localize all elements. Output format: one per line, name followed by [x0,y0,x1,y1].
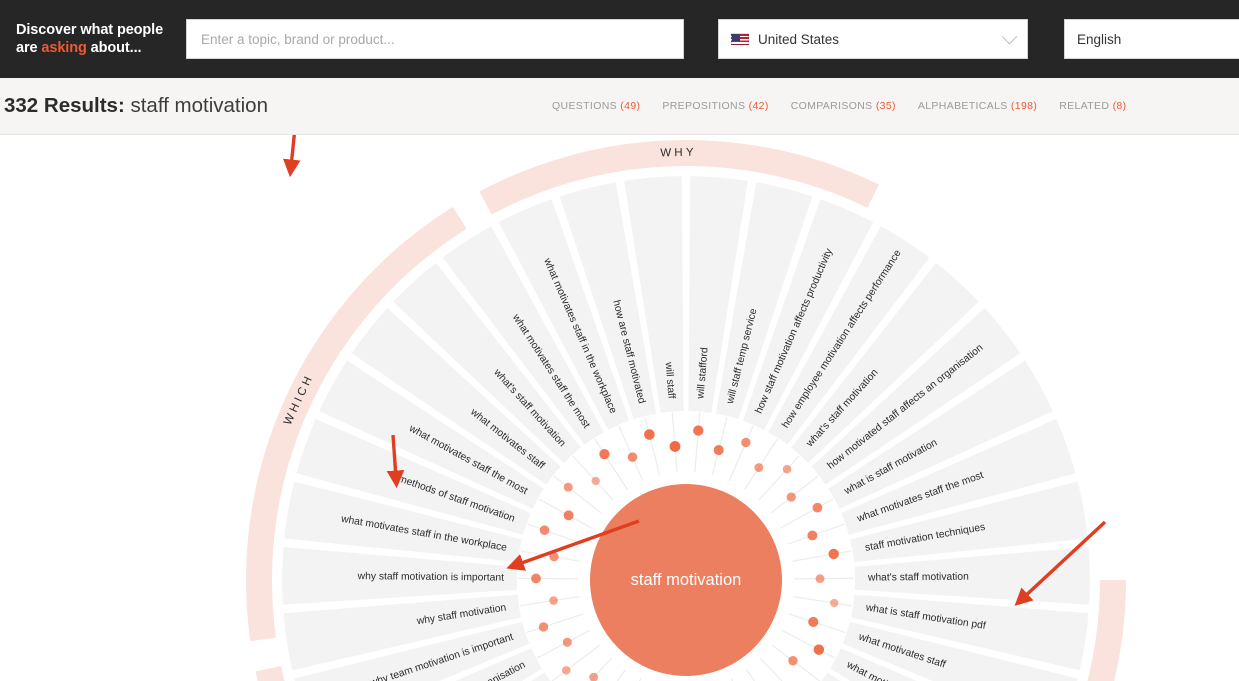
tab-comparisons-label: COMPARISONS [790,100,873,112]
volume-dot[interactable] [815,574,825,584]
tab-alphabeticals-count: (198) [1010,100,1038,112]
segment-spoke [780,498,834,529]
country-selector[interactable]: United States [718,19,1028,59]
chevron-down-icon [1001,28,1018,44]
search-input[interactable] [186,19,684,59]
segment-spoke [728,425,754,482]
volume-dot[interactable] [808,616,819,628]
volume-dot[interactable] [599,448,610,460]
tab-prepositions-count: (42) [748,100,769,112]
tagline-line-2-post: about... [86,40,142,56]
segment-label[interactable]: what's staff motivation [867,572,969,584]
tagline-line-2-pre: are [16,40,42,56]
us-flag-icon [731,33,749,45]
volume-dot[interactable] [786,492,796,502]
tab-questions[interactable]: QUESTIONS (49) [552,100,640,112]
search-field-wrapper [186,19,684,59]
volume-dot[interactable] [549,552,559,562]
center-hub-label: staff motivation [631,571,742,589]
segment-spoke [746,669,756,681]
volume-dot[interactable] [644,429,655,440]
tab-comparisons-count: (35) [875,100,896,112]
volume-dot[interactable] [807,530,818,541]
volume-dot[interactable] [539,525,550,535]
tab-questions-label: QUESTIONS [552,100,617,112]
volume-dot[interactable] [788,656,798,666]
volume-dot[interactable] [562,666,571,675]
segment-spoke [527,523,585,545]
volume-dot[interactable] [563,482,573,492]
results-term: staff motivation [130,94,268,117]
tab-related[interactable]: RELATED (8) [1059,100,1126,112]
tab-comparisons[interactable]: COMPARISONS (35) [791,100,896,112]
language-selector[interactable]: English [1064,19,1239,59]
language-selector-label: English [1077,31,1122,47]
volume-dot[interactable] [627,452,638,462]
segment-label[interactable]: why staff motivation is important [357,571,505,584]
segment-spoke [792,595,853,607]
volume-dot[interactable] [591,476,600,486]
volume-dot[interactable] [713,444,724,456]
segment-spoke [644,416,661,476]
segment-spoke [518,577,579,580]
volume-dot[interactable] [563,510,574,521]
volume-dot[interactable] [549,596,558,605]
result-tabs: QUESTIONS (49) PREPOSITIONS (42) COMPARI… [552,78,1126,134]
volume-dot[interactable] [562,637,572,647]
results-count: 332 Results: [4,94,125,117]
volume-dot[interactable] [531,573,541,584]
radial-question-wheel[interactable]: WHYWHICHAREHOWWHATwhere do motivation co… [0,135,1239,681]
tab-prepositions[interactable]: PREPOSITIONS (42) [662,100,768,112]
volume-dot[interactable] [812,502,823,513]
visualisation-canvas[interactable]: WHYWHICHAREHOWWHATwhere do motivation co… [0,135,1239,681]
volume-dot[interactable] [741,437,751,448]
tagline-line-1: Discover what people [16,21,164,38]
tab-alphabeticals[interactable]: ALPHABETICALS (198) [918,100,1037,112]
volume-dot[interactable] [669,441,681,452]
top-header-bar: Discover what people are asking about...… [0,0,1239,78]
page-title: 332 Results: staff motivation [0,94,268,118]
segment-spoke [694,412,701,473]
segment-spoke [526,613,584,634]
tab-prepositions-label: PREPOSITIONS [662,100,746,112]
results-bar: 332 Results: staff motivation QUESTIONS … [0,78,1239,135]
country-selector-label: United States [758,31,840,47]
volume-dot[interactable] [828,548,839,560]
tab-related-label: RELATED [1059,100,1110,112]
volume-dot[interactable] [782,464,792,474]
tab-related-count: (8) [1112,100,1127,112]
ring-label-why: WHY [660,147,697,160]
volume-dot[interactable] [830,598,839,608]
site-tagline: Discover what people are asking about... [16,21,168,57]
tab-alphabeticals-label: ALPHABETICALS [917,100,1008,112]
tab-questions-count: (49) [620,100,641,112]
volume-dot[interactable] [693,425,704,436]
volume-dot[interactable] [754,463,764,473]
volume-dot[interactable] [813,644,825,655]
segment-spoke [792,550,852,562]
tagline-highlight: asking [41,40,87,56]
segment-spoke [781,629,836,659]
volume-dot[interactable] [538,622,549,632]
